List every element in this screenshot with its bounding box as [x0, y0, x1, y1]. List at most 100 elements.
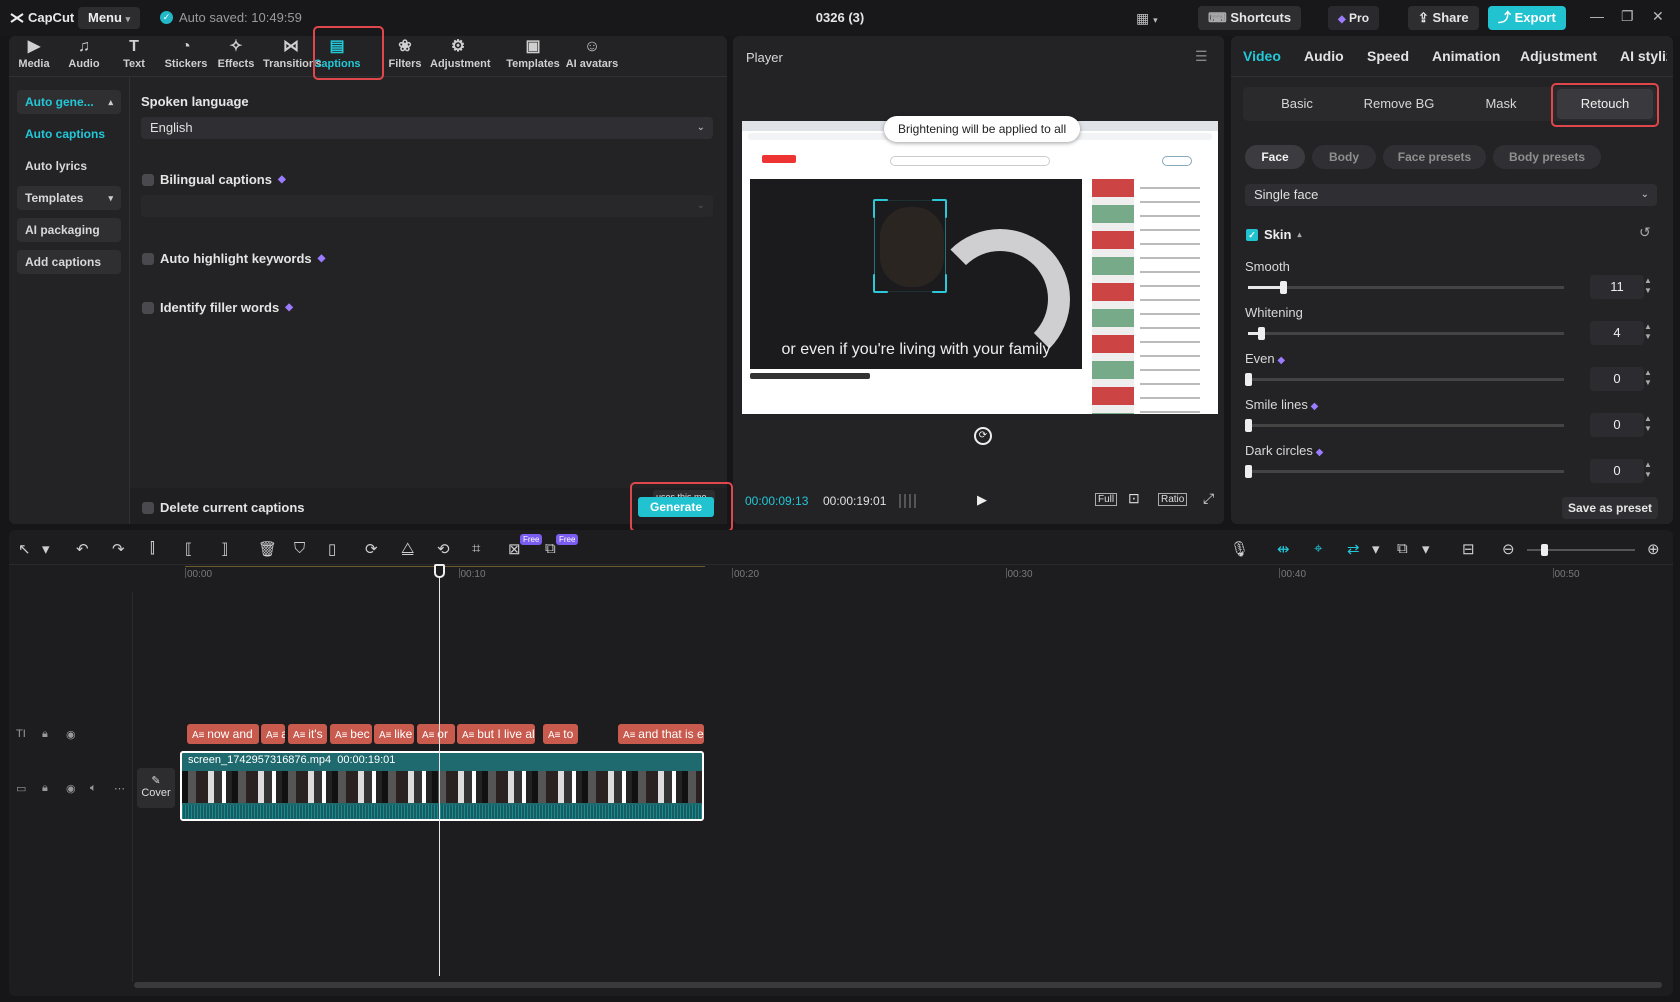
pill-body[interactable]: Body [1312, 145, 1376, 169]
spoken-language-select[interactable]: English ⌄ [141, 117, 713, 139]
sidebar-item-auto-generate[interactable]: Auto gene... ▴ [17, 90, 121, 114]
layout-icon[interactable]: ▦ ▾ [1136, 10, 1158, 27]
caption-clip[interactable]: A≡ or [417, 724, 455, 744]
reset-skin-icon[interactable]: ↺ [1639, 224, 1651, 241]
slider-knob[interactable] [1279, 281, 1287, 294]
zoom-slider-knob[interactable] [1541, 544, 1548, 556]
sidebar-item-auto-captions[interactable]: Auto captions [17, 122, 121, 146]
select-cursor-icon[interactable]: ↖ [18, 540, 31, 558]
tool-effects[interactable]: ✧ Effects [211, 38, 261, 70]
slider-knob[interactable] [1257, 327, 1265, 340]
lock-icon[interactable]: 🔒︎ [42, 728, 48, 741]
slider-value-input[interactable]: 4 [1590, 321, 1644, 345]
delete-icon[interactable]: 🗑︎ [258, 540, 277, 558]
slider-even[interactable] [1245, 373, 1564, 386]
checkbox[interactable] [142, 301, 154, 314]
minimize-icon[interactable]: — [1590, 8, 1604, 24]
slider-value-input[interactable]: 0 [1590, 413, 1644, 437]
link-icon[interactable]: ⇹ [1277, 540, 1290, 558]
caption-clip[interactable]: A≡ but I live al [457, 724, 535, 744]
magnet-icon[interactable]: ⌖ [1314, 540, 1322, 557]
slider-knob[interactable] [1245, 465, 1252, 478]
chevron-down-icon[interactable]: ▾ [1422, 540, 1430, 558]
bilingual-captions-option[interactable]: Bilingual captions ◆ [142, 172, 286, 187]
slider-knob[interactable] [1245, 373, 1252, 386]
skin-checkbox[interactable]: ✓ [1246, 228, 1258, 241]
checkbox[interactable] [142, 173, 154, 186]
slider-knob[interactable] [1245, 419, 1252, 432]
tool-templates[interactable]: ▣ Templates [503, 38, 563, 70]
cutout-icon[interactable]: ⧉ [545, 540, 556, 557]
tool-text[interactable]: T Text [109, 38, 159, 70]
export-button[interactable]: ⤴ Export [1488, 6, 1566, 30]
caption-clip[interactable]: A≡ bec [330, 724, 372, 744]
stepper-icon[interactable]: ▲ ▼ [1644, 460, 1656, 480]
segment-remove-bg[interactable]: Remove BG [1347, 89, 1451, 119]
chain-icon[interactable]: ⇄ [1347, 540, 1360, 558]
split-icon[interactable]: ⫿ [150, 540, 155, 557]
stepper-icon[interactable]: ▲ ▼ [1644, 276, 1656, 296]
playhead[interactable] [439, 564, 440, 976]
freeze-icon[interactable]: ▯ [328, 540, 336, 558]
auto-highlight-option[interactable]: Auto highlight keywords ◆ [142, 251, 325, 266]
slider-value-input[interactable]: 0 [1590, 459, 1644, 483]
microphone-icon[interactable]: 🎙︎ [1230, 540, 1249, 558]
slider-dark-circles[interactable] [1245, 465, 1564, 478]
generate-button[interactable]: Generate [638, 497, 714, 517]
rotate-icon[interactable]: ⟲ [437, 540, 450, 558]
segment-mask[interactable]: Mask [1451, 89, 1551, 119]
tool-stickers[interactable]: ◔ Stickers [161, 38, 211, 70]
tool-transitions[interactable]: ⋈ Transitions [263, 38, 322, 70]
more-icon[interactable]: ⋯ [114, 782, 125, 795]
tab-ai-stylize[interactable]: AI stylize [1620, 48, 1667, 64]
volume-icon[interactable]: 🔈︎ [90, 782, 97, 795]
slider-value-input[interactable]: 0 [1590, 367, 1644, 391]
caption-clip[interactable]: A≡ to [543, 724, 578, 744]
timecode-grid-icon[interactable] [899, 494, 919, 508]
tab-speed[interactable]: Speed [1367, 48, 1409, 64]
pill-face[interactable]: Face [1245, 145, 1305, 169]
auto-reframe-icon[interactable]: ⊠ [508, 540, 521, 558]
menu-button[interactable]: Menu ▾ [78, 7, 141, 29]
caption-clip[interactable]: A≡ now and [187, 724, 259, 744]
face-mode-select[interactable]: Single face ⌄ [1245, 184, 1657, 206]
close-icon[interactable]: ✕ [1652, 8, 1664, 25]
redo-icon[interactable]: ↷ [112, 540, 125, 558]
delete-current-captions-option[interactable]: Delete current captions [142, 500, 305, 515]
playhead-handle[interactable] [434, 564, 445, 578]
zoom-in-icon[interactable]: ⊕ [1647, 540, 1660, 558]
tool-captions[interactable]: ▤ Captions [312, 38, 362, 70]
caption-clip[interactable]: A≡ and that is e [618, 724, 704, 744]
cover-button[interactable]: ✎ Cover [137, 768, 175, 808]
tool-ai-avatars[interactable]: ☺ AI avatars [562, 38, 622, 70]
mirror-icon[interactable]: ⧋ [401, 540, 414, 557]
tab-adjustment[interactable]: Adjustment [1520, 48, 1597, 64]
shortcuts-button[interactable]: ⌨ Shortcuts [1198, 6, 1302, 30]
segment-retouch[interactable]: Retouch [1557, 89, 1653, 119]
chevron-down-icon[interactable]: ▾ [42, 540, 50, 558]
segment-basic[interactable]: Basic [1247, 89, 1347, 119]
zoom-fit-icon[interactable]: ⊡ [1128, 490, 1140, 507]
caption-clip[interactable]: A≡ it's [288, 724, 327, 744]
hamburger-icon[interactable]: ☰ [1195, 48, 1208, 65]
tab-animation[interactable]: Animation [1432, 48, 1500, 64]
video-clip[interactable]: screen_1742957316876.mp4 00:00:19:01 [180, 751, 704, 821]
fullscreen-icon[interactable]: ⤢ [1203, 490, 1214, 507]
tool-audio[interactable]: ♫ Audio [59, 38, 109, 70]
video-preview[interactable]: or even if you're living with your famil… [742, 121, 1218, 414]
restore-icon[interactable]: ❐ [1621, 8, 1634, 25]
caption-clip[interactable]: A≡ a [261, 724, 285, 744]
split-right-icon[interactable]: ⟧ [221, 540, 228, 558]
zoom-slider[interactable] [1527, 544, 1635, 556]
tool-adjustment[interactable]: ⚙ Adjustment [430, 38, 491, 70]
sidebar-item-add-captions[interactable]: Add captions [17, 250, 121, 274]
timeline-scrollbar[interactable] [134, 982, 1662, 988]
pro-button[interactable]: ◆ Pro [1328, 6, 1380, 30]
save-as-preset-button[interactable]: Save as preset [1562, 497, 1658, 519]
play-icon[interactable]: ▶ [977, 492, 987, 508]
marker-icon[interactable]: ⛉ [294, 540, 305, 557]
skin-section-header[interactable]: ✓ Skin ▴ [1246, 227, 1301, 242]
pill-face-presets[interactable]: Face presets [1383, 145, 1486, 169]
crop-icon[interactable]: ⌗ [472, 540, 480, 557]
stepper-icon[interactable]: ▲ ▼ [1644, 322, 1656, 342]
